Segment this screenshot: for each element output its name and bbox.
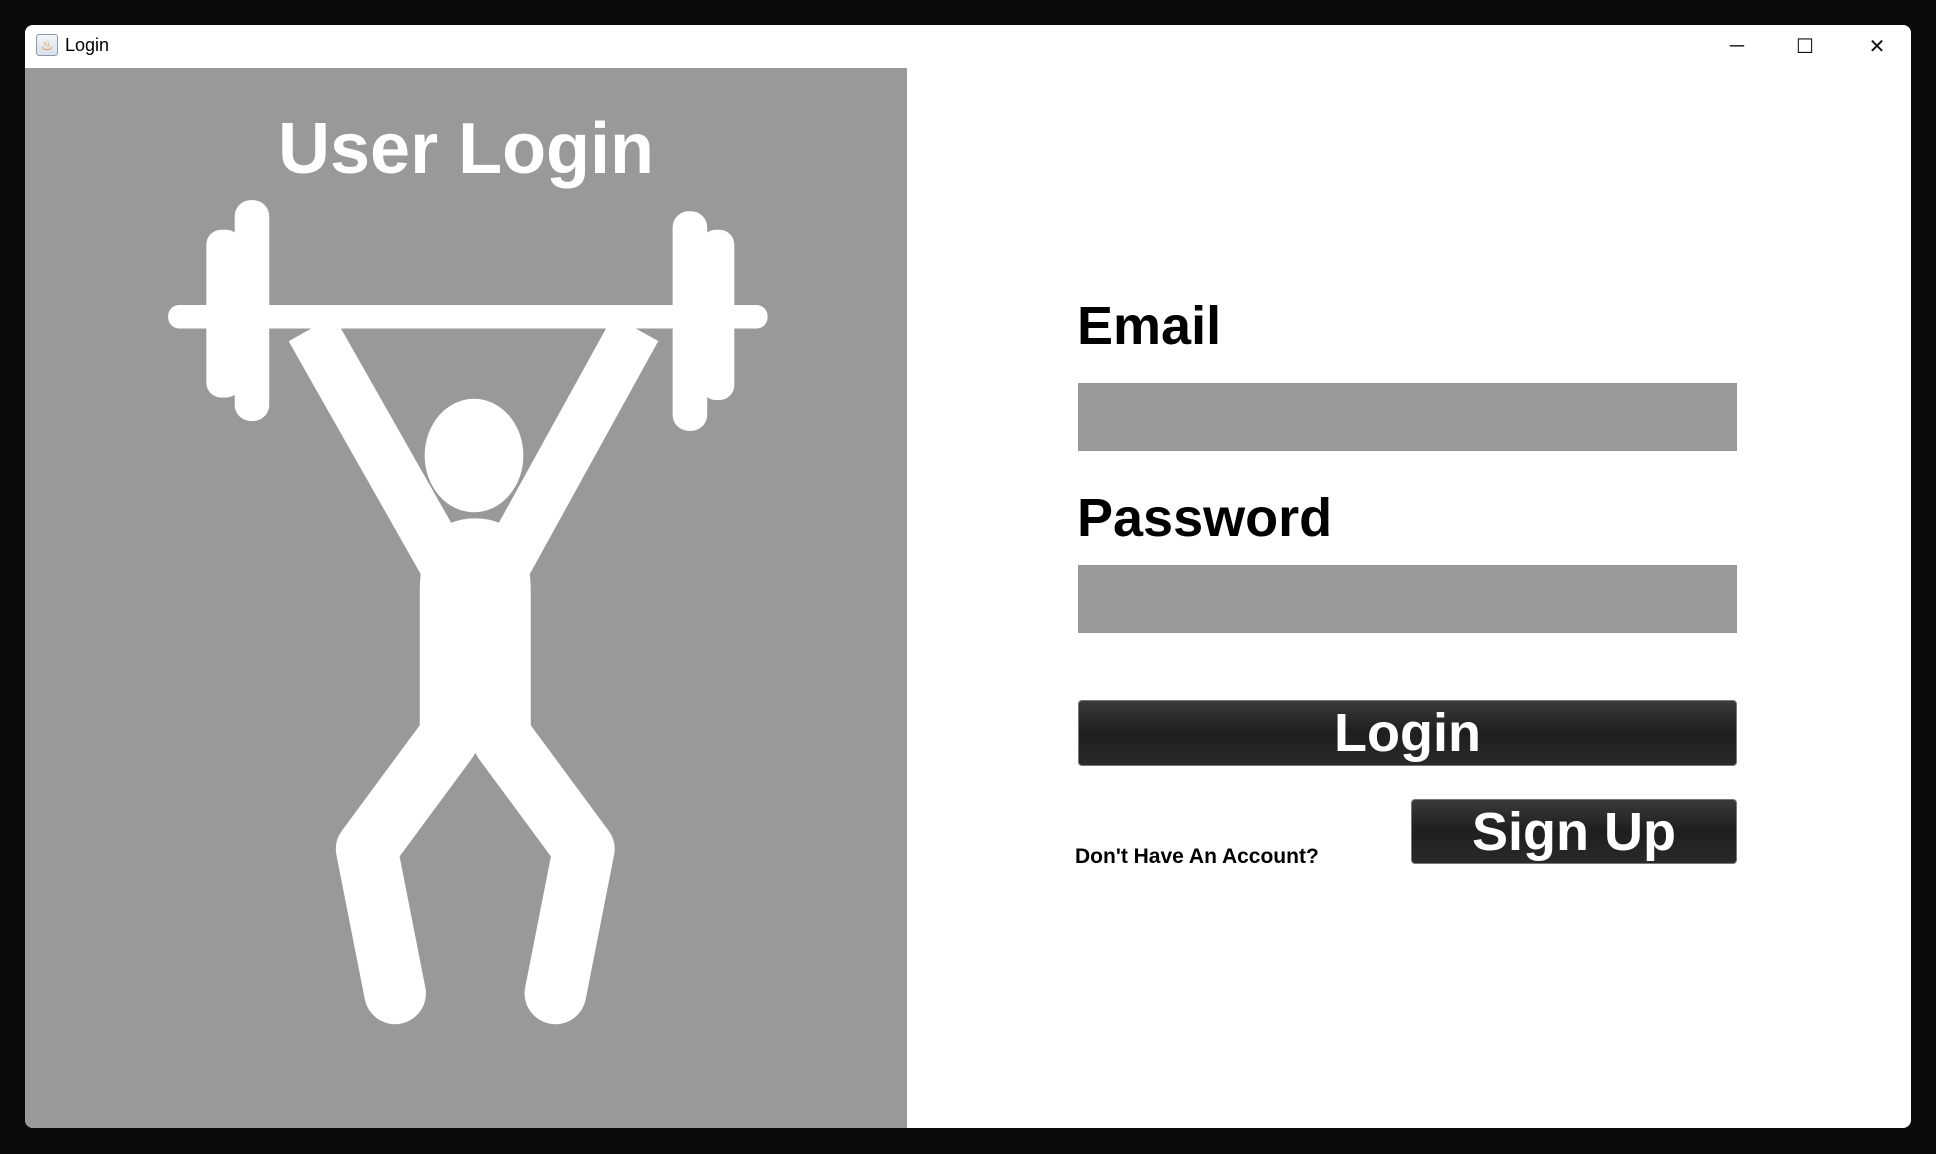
window-title: Login xyxy=(65,35,110,55)
password-field[interactable] xyxy=(1078,565,1737,633)
page-title: User Login xyxy=(277,109,655,189)
weightlifter-icon xyxy=(168,200,768,1025)
title-bar: ♨ Login ─ ☐ ✕ xyxy=(25,25,1911,68)
left-panel: User Login xyxy=(25,68,907,1128)
signup-prompt: Don't Have An Account? xyxy=(1075,845,1319,868)
login-window: ♨ Login ─ ☐ ✕ User Login Email Password xyxy=(25,25,1911,1128)
java-icon: ♨ xyxy=(36,34,58,56)
signup-button[interactable]: Sign Up xyxy=(1411,799,1737,864)
close-button[interactable]: ✕ xyxy=(1847,29,1907,63)
email-label: Email xyxy=(1077,296,1222,356)
email-field[interactable] xyxy=(1078,383,1737,451)
maximize-button[interactable]: ☐ xyxy=(1775,29,1835,63)
minimize-button[interactable]: ─ xyxy=(1707,29,1767,63)
login-button[interactable]: Login xyxy=(1078,700,1737,766)
password-label: Password xyxy=(1077,488,1333,548)
